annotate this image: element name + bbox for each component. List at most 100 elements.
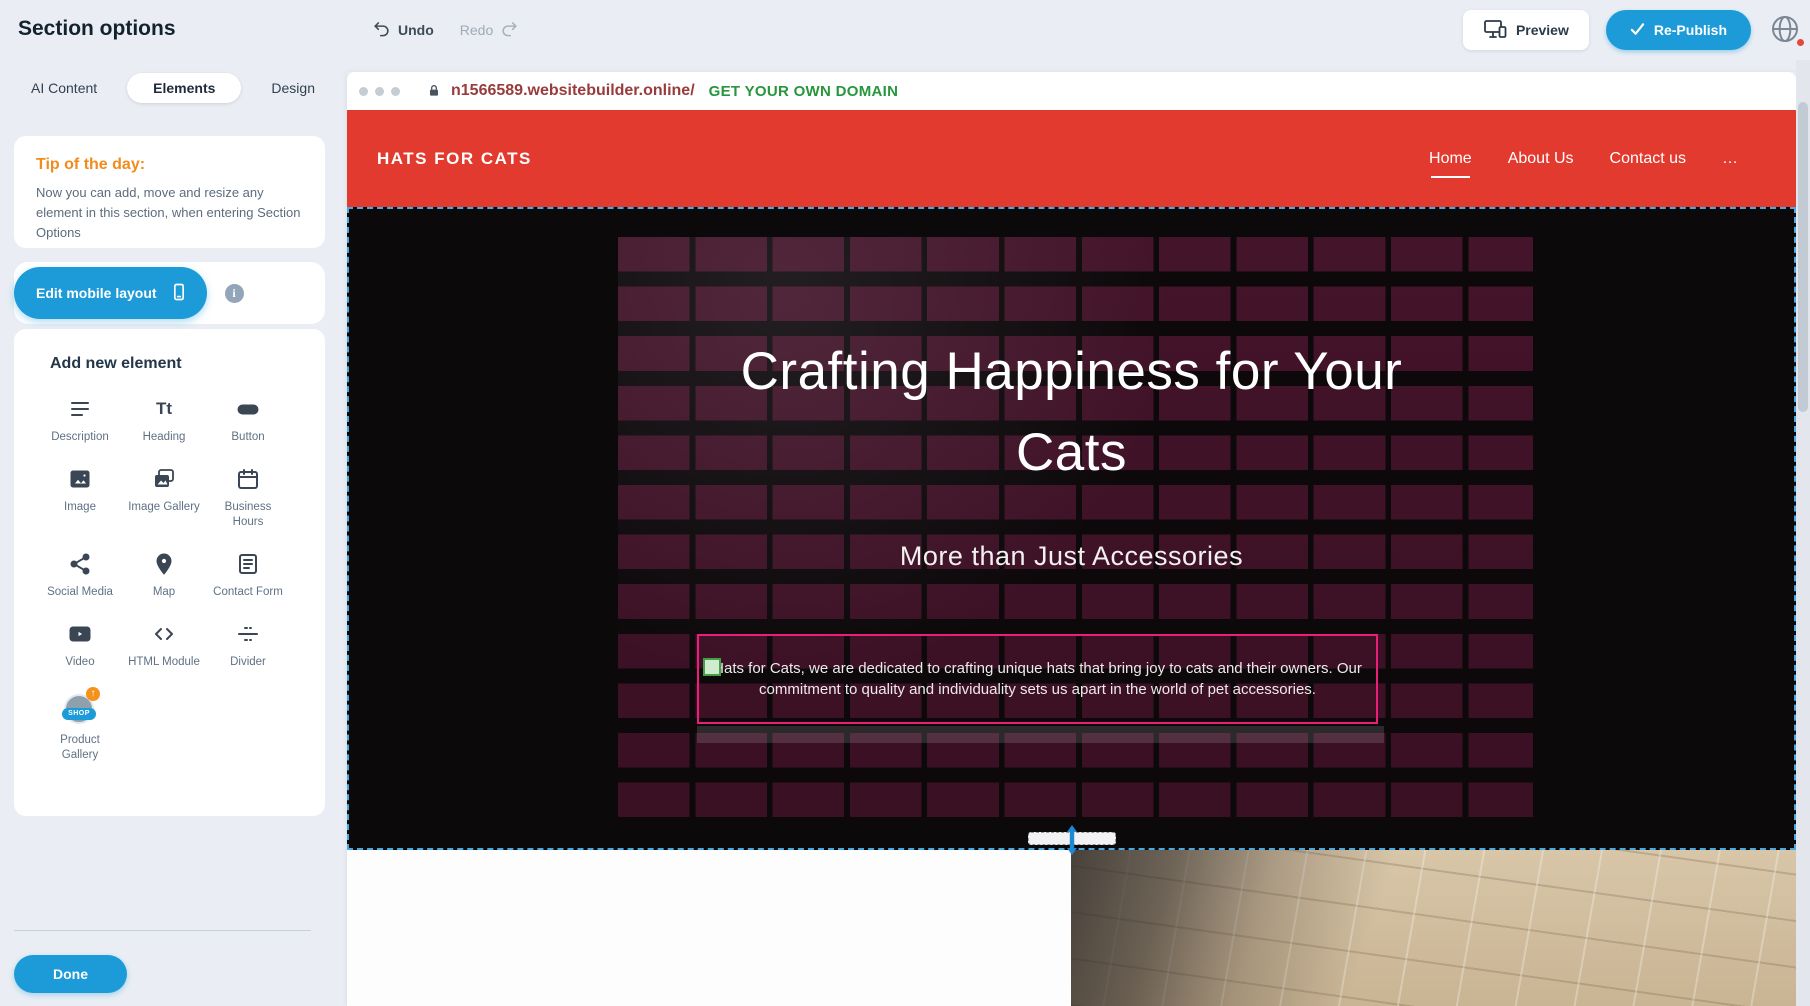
element-label: Social Media <box>47 585 113 600</box>
undo-button[interactable]: Undo <box>372 19 434 41</box>
paragraph-selection-box[interactable]: Hats for Cats, we are dedicated to craft… <box>697 634 1378 724</box>
add-element-html-module[interactable]: HTML Module <box>122 620 206 670</box>
element-label: Image <box>64 500 96 515</box>
add-element-business-hours[interactable]: Business Hours <box>206 465 290 530</box>
site-logo[interactable]: HATS FOR CATS <box>377 149 532 169</box>
map-pin-icon <box>152 550 176 578</box>
element-label: Product Gallery <box>41 733 119 763</box>
info-icon[interactable] <box>225 284 244 303</box>
element-grid: Description Heading Button Image <box>38 395 290 763</box>
add-element-contact-form[interactable]: Contact Form <box>206 550 290 600</box>
sidebar-footer: Done <box>14 930 325 993</box>
nav-contact-us[interactable]: Contact us <box>1608 144 1688 174</box>
language-globe-button[interactable] <box>1768 13 1802 47</box>
tip-title: Tip of the day: <box>36 156 303 174</box>
add-element-button[interactable]: Button <box>206 395 290 445</box>
preview-devices-icon <box>1483 18 1507 43</box>
add-element-image[interactable]: Image <box>38 465 122 530</box>
element-label: Business Hours <box>209 500 287 530</box>
image-gallery-icon <box>152 465 176 493</box>
hero-subheading[interactable]: More than Just Accessories <box>349 541 1794 572</box>
section-resize-handle[interactable] <box>1028 829 1116 861</box>
site-header[interactable]: HATS FOR CATS Home About Us Contact us … <box>347 110 1796 207</box>
tab-design[interactable]: Design <box>261 73 325 103</box>
footer-divider <box>14 930 311 931</box>
add-new-element-card: Add new element Description Heading Butt… <box>14 329 325 816</box>
element-drag-handle[interactable] <box>703 658 721 676</box>
add-element-description[interactable]: Description <box>38 395 122 445</box>
sidebar-tabs: AI Content Elements Design <box>0 73 346 103</box>
element-label: Image Gallery <box>128 500 200 515</box>
hero-paragraph[interactable]: Hats for Cats, we are dedicated to craft… <box>713 658 1362 700</box>
page-title: Section options <box>18 17 176 41</box>
topbar: Section options Undo Redo Preview Re-P <box>0 0 1810 60</box>
element-label: Divider <box>230 655 266 670</box>
resize-arrows-icon <box>1065 825 1079 860</box>
nav-more-icon[interactable]: … <box>1720 144 1740 174</box>
description-icon <box>68 395 92 423</box>
tip-of-the-day-card: Tip of the day: Now you can add, move an… <box>14 136 325 248</box>
lock-icon <box>426 83 442 99</box>
mobile-phone-icon <box>169 281 189 306</box>
edit-mobile-layout-card: Edit mobile layout <box>14 262 325 324</box>
tab-elements[interactable]: Elements <box>127 73 241 103</box>
scrollbar-thumb[interactable] <box>1798 102 1808 412</box>
element-label: Button <box>231 430 264 445</box>
hero-section-selected[interactable]: Crafting Happiness for Your Cats More th… <box>347 207 1796 850</box>
window-dot <box>359 87 368 96</box>
add-element-map[interactable]: Map <box>122 550 206 600</box>
done-button[interactable]: Done <box>14 955 127 993</box>
add-element-video[interactable]: Video <box>38 620 122 670</box>
next-section <box>347 850 1796 1006</box>
window-dot <box>391 87 400 96</box>
paragraph-drop-shadow <box>697 726 1384 743</box>
redo-label: Redo <box>460 22 493 38</box>
add-element-image-gallery[interactable]: Image Gallery <box>122 465 206 530</box>
get-your-own-domain-link[interactable]: GET YOUR OWN DOMAIN <box>709 83 899 100</box>
browser-bar: n1566589.websitebuilder.online/ GET YOUR… <box>347 72 1796 110</box>
vertical-scrollbar <box>1796 60 1810 1006</box>
add-element-product-gallery[interactable]: SHOP Product Gallery <box>38 690 122 763</box>
image-icon <box>68 465 92 493</box>
element-label: Video <box>65 655 94 670</box>
add-element-heading[interactable]: Heading <box>122 395 206 445</box>
site-preview: HATS FOR CATS Home About Us Contact us …… <box>347 110 1796 1006</box>
paving-photo-image[interactable] <box>1071 850 1796 1006</box>
divider-icon <box>236 620 260 648</box>
window-dot <box>375 87 384 96</box>
edit-mobile-layout-label: Edit mobile layout <box>36 285 157 301</box>
republish-button[interactable]: Re-Publish <box>1606 10 1751 50</box>
redo-icon <box>500 19 519 41</box>
business-hours-icon <box>236 465 260 493</box>
product-gallery-icon: SHOP <box>63 690 97 726</box>
add-element-social-media[interactable]: Social Media <box>38 550 122 600</box>
redo-button[interactable]: Redo <box>460 19 519 41</box>
add-element-divider[interactable]: Divider <box>206 620 290 670</box>
social-media-icon <box>68 550 92 578</box>
html-module-icon <box>152 620 176 648</box>
tip-body: Now you can add, move and resize any ele… <box>36 183 303 243</box>
undo-label: Undo <box>398 22 434 38</box>
site-url: n1566589.websitebuilder.online/ <box>451 82 695 100</box>
heading-icon <box>156 395 172 423</box>
tab-ai-content[interactable]: AI Content <box>21 73 107 103</box>
contact-form-icon <box>236 550 260 578</box>
section-options-sidebar: AI Content Elements Design Tip of the da… <box>0 60 346 1006</box>
element-label: Map <box>153 585 175 600</box>
notification-dot <box>1797 39 1804 46</box>
element-label: Heading <box>143 430 186 445</box>
upgrade-badge-icon <box>86 687 100 701</box>
preview-button[interactable]: Preview <box>1463 10 1589 50</box>
element-label: HTML Module <box>128 655 200 670</box>
element-label: Contact Form <box>213 585 283 600</box>
hero-heading[interactable]: Crafting Happiness for Your Cats <box>349 331 1794 493</box>
topbar-actions: Preview Re-Publish <box>1463 0 1802 60</box>
nav-home[interactable]: Home <box>1427 144 1474 174</box>
edit-mobile-layout-button[interactable]: Edit mobile layout <box>14 267 207 319</box>
shop-ribbon: SHOP <box>62 708 96 720</box>
window-control-dots <box>359 87 400 96</box>
republish-label: Re-Publish <box>1654 22 1727 38</box>
nav-about-us[interactable]: About Us <box>1506 144 1576 174</box>
button-icon <box>236 395 260 423</box>
video-icon <box>68 620 92 648</box>
